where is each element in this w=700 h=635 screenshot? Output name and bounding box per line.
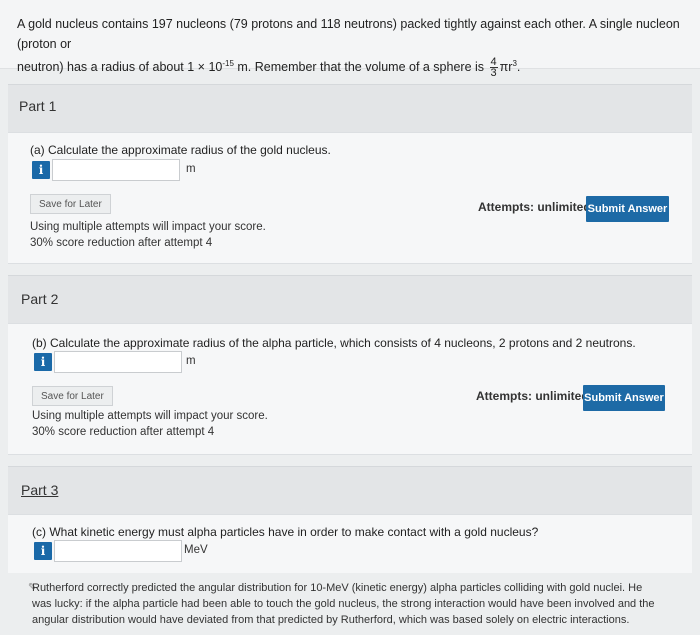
problem-line-2-a: neutron) has a radius of about 1 × 10: [17, 60, 223, 75]
part3-unit: MeV: [184, 544, 208, 556]
part1-unit: m: [186, 163, 196, 175]
part1-body: (a) Calculate the approximate radius of …: [8, 132, 692, 264]
part2-header: Part 2: [8, 275, 692, 324]
part1-submit-button[interactable]: Submit Answer: [586, 196, 669, 222]
part1-note-1: Using multiple attempts will impact your…: [30, 221, 266, 233]
fraction-denominator: 3: [490, 67, 497, 80]
part1-answer-input[interactable]: [52, 159, 180, 181]
part1-question: (a) Calculate the approximate radius of …: [30, 143, 331, 157]
formula-end: .: [516, 60, 521, 75]
problem-line-1: A gold nucleus contains 197 nucleons (79…: [17, 17, 680, 51]
part1-title: Part 1: [19, 98, 57, 114]
footnote: Rutherford correctly predicted the angul…: [32, 580, 672, 628]
problem-line-2-b: m. Remember that the volume of a sphere …: [233, 60, 488, 75]
fraction: 43: [489, 57, 498, 80]
part2-title: Part 2: [21, 291, 59, 307]
part2-unit: m: [186, 355, 196, 367]
problem-line-2: neutron) has a radius of about 1 × 10-15…: [17, 54, 687, 80]
part1-note-2: 30% score reduction after attempt 4: [30, 237, 213, 249]
part1-header: Part 1: [8, 84, 692, 133]
info-icon[interactable]: i: [34, 542, 52, 560]
part2-submit-button[interactable]: Submit Answer: [583, 385, 665, 411]
part3-title[interactable]: Part 3: [21, 482, 58, 498]
part2-answer-input[interactable]: [54, 351, 182, 373]
part3-answer-input[interactable]: [54, 540, 182, 562]
footnote-line-3: angular distribution would have deviated…: [32, 614, 630, 626]
part3-header: Part 3: [8, 466, 692, 515]
part2-question: (b) Calculate the approximate radius of …: [32, 336, 636, 350]
footnote-line-2: was lucky: if the alpha particle had bee…: [32, 598, 655, 610]
info-icon[interactable]: i: [34, 353, 52, 371]
info-icon[interactable]: i: [32, 161, 50, 179]
part1-attempts: Attempts: unlimited: [478, 200, 591, 214]
problem-text: A gold nucleus contains 197 nucleons (79…: [17, 14, 687, 80]
part3-question: (c) What kinetic energy must alpha parti…: [32, 525, 539, 539]
formula-tail: πr: [499, 60, 513, 75]
part2-save-later-button[interactable]: Save for Later: [32, 386, 113, 406]
exponent: -15: [222, 59, 234, 68]
part1-save-later-button[interactable]: Save for Later: [30, 194, 111, 214]
footnote-line-1: Rutherford correctly predicted the angul…: [32, 582, 643, 594]
problem-statement: A gold nucleus contains 197 nucleons (79…: [0, 0, 700, 79]
part2-note-1: Using multiple attempts will impact your…: [32, 410, 268, 422]
part2-body: (b) Calculate the approximate radius of …: [8, 323, 692, 455]
part2-note-2: 30% score reduction after attempt 4: [32, 426, 215, 438]
part3-body: (c) What kinetic energy must alpha parti…: [8, 514, 692, 573]
part2-attempts: Attempts: unlimited: [476, 389, 589, 403]
